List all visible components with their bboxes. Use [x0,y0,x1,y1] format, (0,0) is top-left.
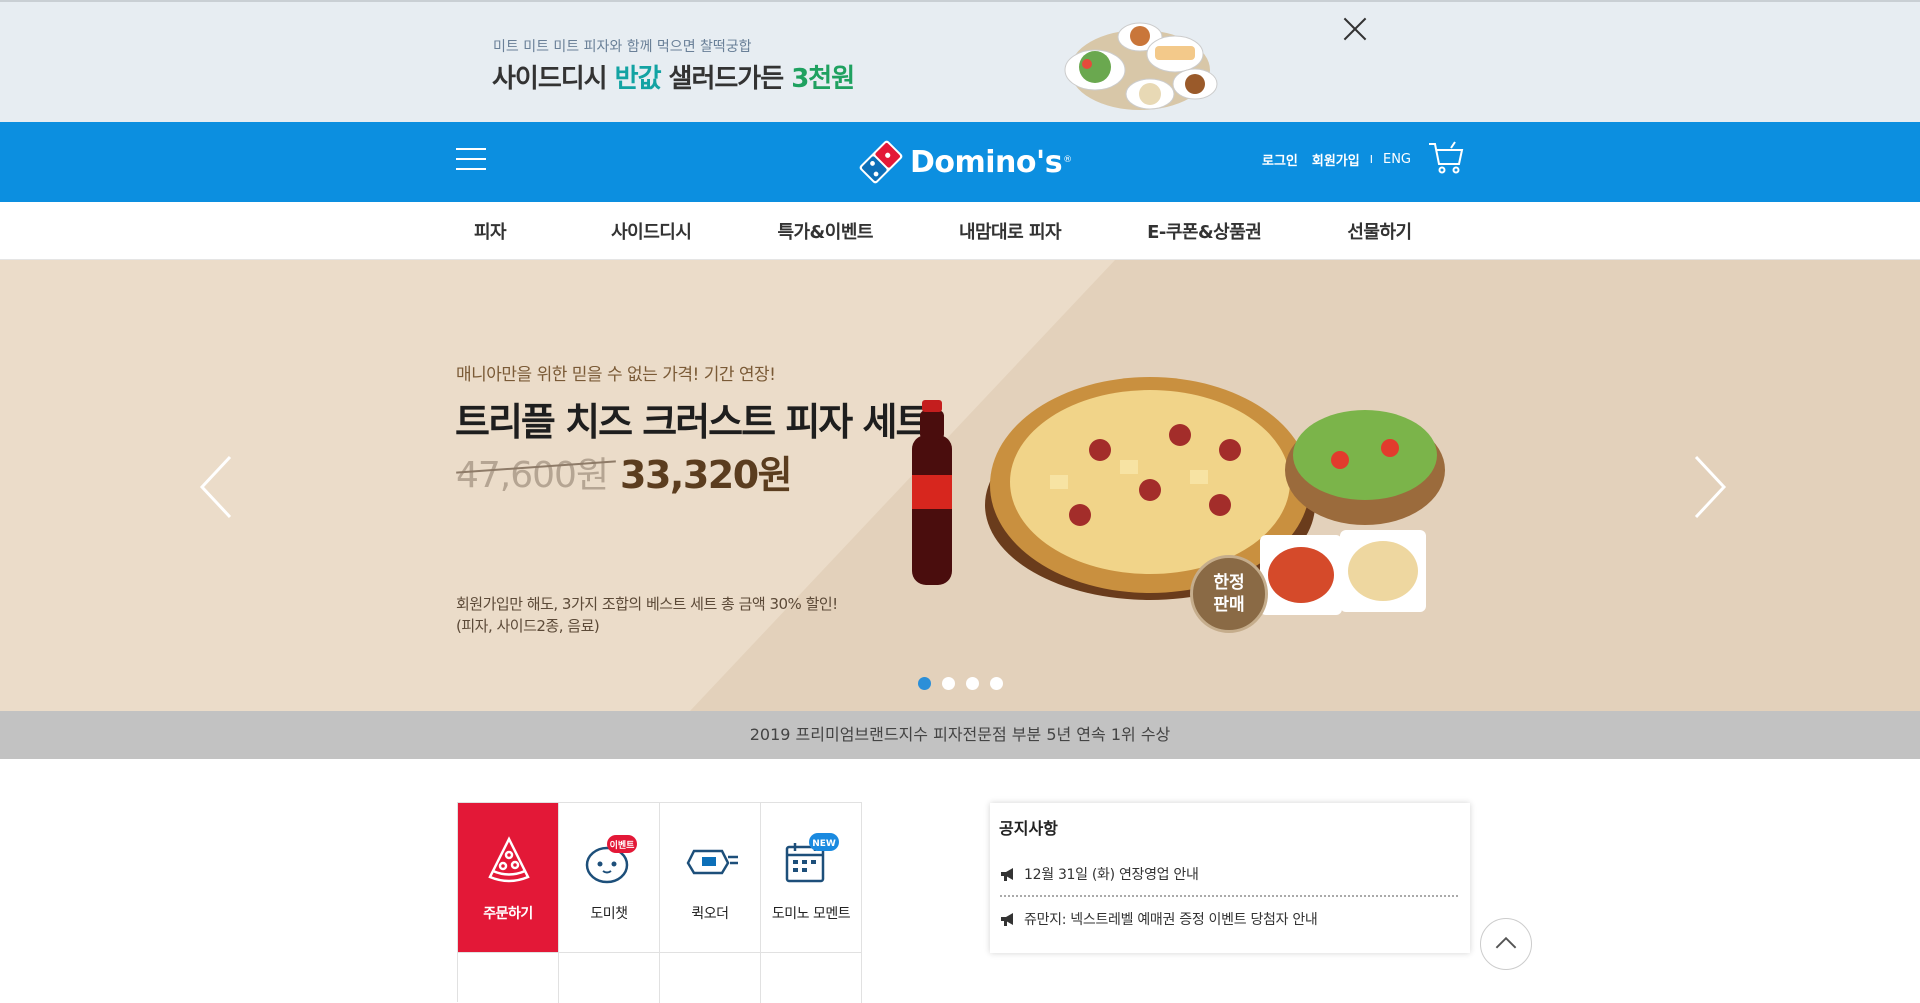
quick-menu: 주문하기 이벤트 도미챗 퀵오더 NEW 도미노 모멘트 [457,802,862,1003]
promo-title: 사이드디시 반값 샐러드가든 3천원 [492,64,855,94]
slide-pagination [918,677,1014,690]
quick-menu-label: 주문하기 [483,906,533,922]
quick-domichat[interactable]: 이벤트 도미챗 [559,803,660,953]
calendar-icon: NEW [785,833,839,883]
quick-order-pizza[interactable]: 주문하기 [458,803,559,953]
nav-item-side-dish[interactable]: 사이드디시 [611,218,692,244]
divider [1000,895,1458,897]
dominos-logo[interactable]: Domino's ® [858,134,1072,190]
limited-edition-badge: 한정 판매 [1190,555,1268,633]
quick-menu-label: 도미노 모멘트 [771,906,851,922]
quick-menu-label: 퀵오더 [691,906,729,922]
scroll-top-icon[interactable] [1480,918,1532,970]
domino-tile-icon [859,140,903,184]
svg-text:이벤트: 이벤트 [610,839,636,851]
quick-order-icon [686,849,738,875]
slide-dot[interactable] [918,677,931,690]
notice-text: 12월 31일 (화) 연장영업 안내 [1024,867,1199,883]
promo-subtitle: 미트 미트 미트 피자와 함께 먹으면 찰떡궁합 [493,39,752,55]
hamburger-menu-icon[interactable] [456,148,486,172]
close-icon[interactable] [1340,14,1370,44]
nav-item-ecoupon[interactable]: E-쿠폰&상품권 [1147,218,1262,244]
divider: I [1369,153,1373,166]
megaphone-icon [1001,913,1013,926]
chatbot-icon: 이벤트 [585,835,637,884]
language-link[interactable]: ENG [1383,152,1411,167]
slide-dot[interactable] [942,677,955,690]
hero-title: 트리플 치즈 크러스트 피자 세트 [455,400,930,444]
hero-subtitle: 매니아만을 위한 믿을 수 없는 가격! 기간 연장! [456,365,776,385]
hero-slider[interactable]: 매니아만을 위한 믿을 수 없는 가격! 기간 연장! 트리플 치즈 크러스트 … [0,260,1920,711]
notice-item[interactable]: 12월 31일 (화) 연장영업 안내 [1000,862,1199,886]
hero-new-price: 33,320원 [620,453,793,497]
quick-menu-label: 도미챗 [590,906,628,922]
site-header: Domino's ® 로그인 회원가입 I ENG [0,122,1920,202]
notice-item[interactable]: 쥬만지: 넥스트레벨 예매권 증정 이벤트 당첨자 안내 [1000,907,1318,931]
brand-name: Domino's [910,144,1063,180]
award-bar: 2019 프리미엄브랜드지수 피자전문점 부분 5년 연속 1위 수상 [0,711,1920,759]
nav-item-pizza[interactable]: 피자 [474,218,507,244]
hero-description: 회원가입만 해도, 3가지 조합의 베스트 세트 총 금액 30% 할인! [456,595,838,613]
notice-board: 공지사항 12월 31일 (화) 연장영업 안내 쥬만지: 넥스트레벨 예매권 … [990,803,1470,953]
nav-item-custom-pizza[interactable]: 내맘대로 피자 [959,218,1062,244]
notice-text: 쥬만지: 넥스트레벨 예매권 증정 이벤트 당첨자 안내 [1024,912,1318,928]
nav-item-gift[interactable]: 선물하기 [1347,218,1412,244]
cart-icon[interactable] [1427,138,1465,176]
salad-platter-image [1064,22,1218,110]
login-link[interactable]: 로그인 [1262,150,1298,169]
nav-item-special-event[interactable]: 특가&이벤트 [777,218,873,244]
top-promo-banner[interactable]: 미트 미트 미트 피자와 함께 먹으면 찰떡궁합 사이드디시 반값 샐러드가든 … [0,0,1920,122]
chevron-right-icon[interactable] [1690,455,1730,519]
main-nav: 피자 사이드디시 특가&이벤트 내맘대로 피자 E-쿠폰&상품권 선물하기 [0,202,1920,260]
slide-dot[interactable] [966,677,979,690]
utility-links: 로그인 회원가입 I ENG [1262,150,1411,169]
megaphone-icon [1001,868,1013,881]
hero-description-detail: (피자, 사이드2종, 음료) [456,617,600,635]
svg-text:NEW: NEW [812,839,836,849]
quick-domino-moment[interactable]: NEW 도미노 모멘트 [761,803,862,953]
notice-title: 공지사항 [999,819,1058,838]
slide-dot[interactable] [990,677,1003,690]
chevron-left-icon[interactable] [196,455,236,519]
pizza-set-image [912,377,1445,615]
signup-link[interactable]: 회원가입 [1312,150,1360,169]
quick-quick-order[interactable]: 퀵오더 [660,803,761,953]
pizza-slice-icon [488,836,530,883]
